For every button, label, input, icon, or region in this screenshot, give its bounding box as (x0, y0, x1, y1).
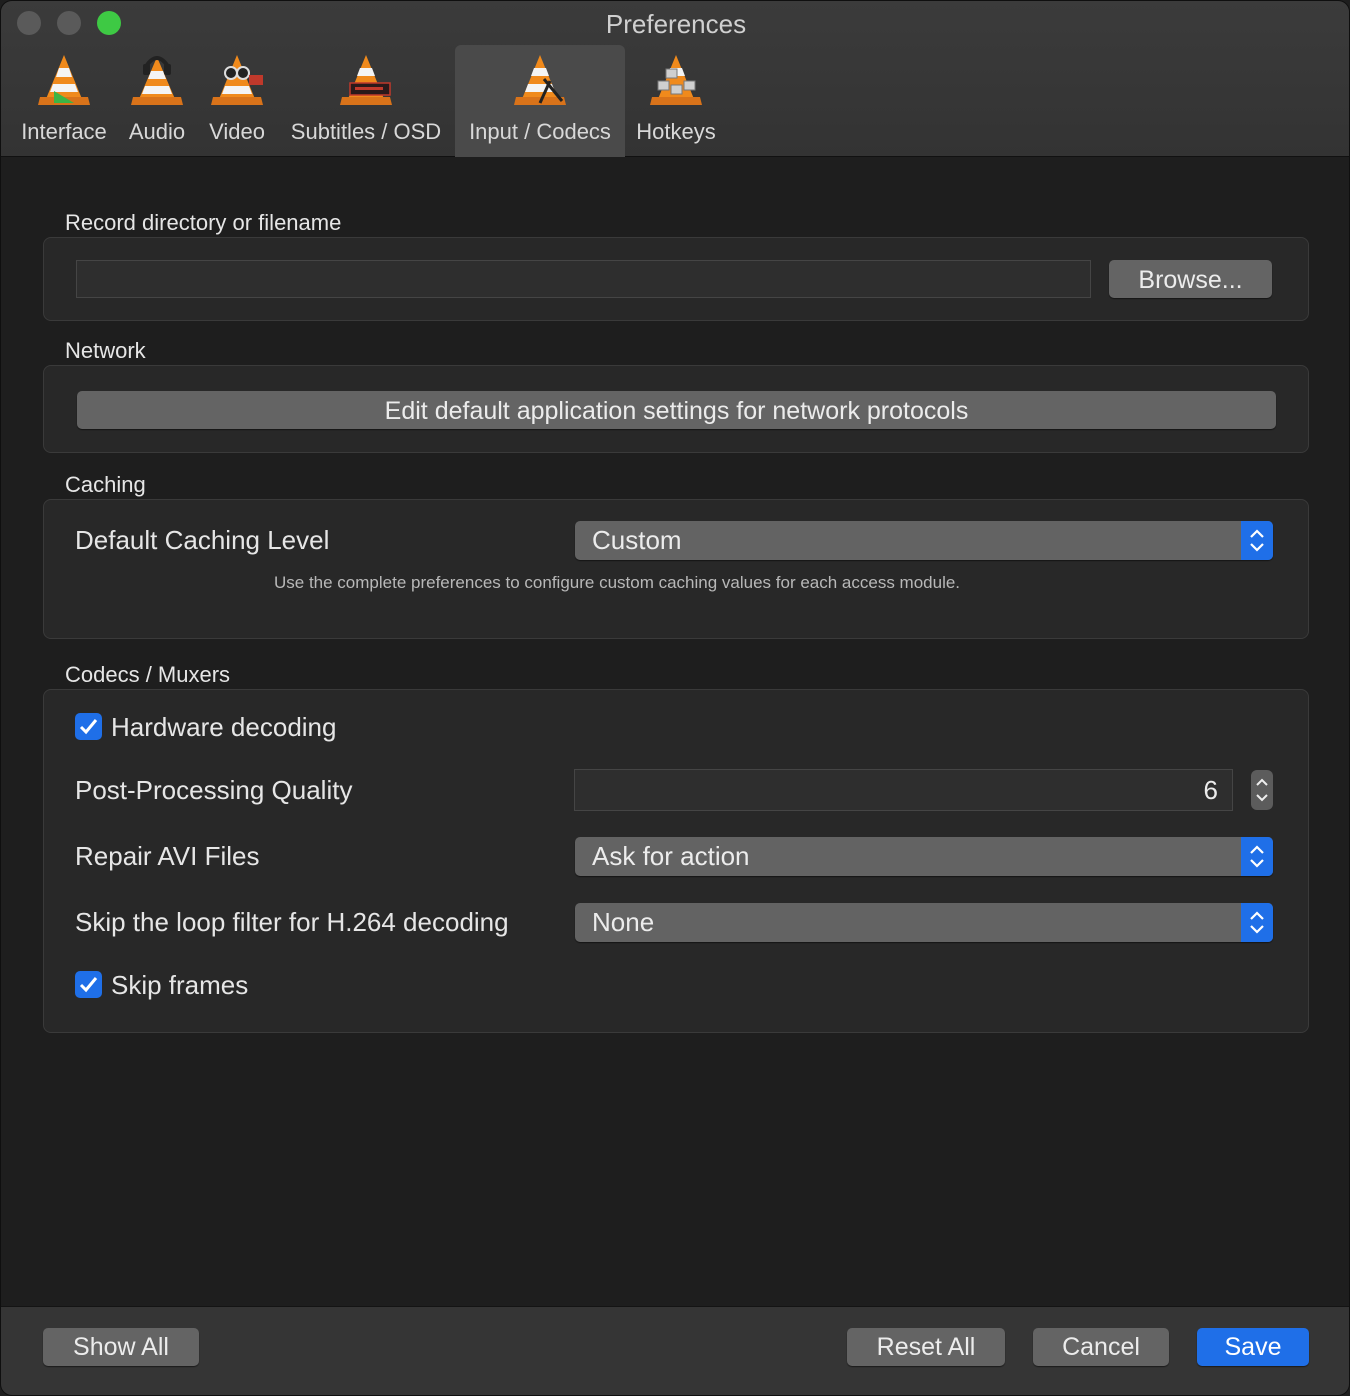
reset-all-button[interactable]: Reset All (847, 1328, 1005, 1366)
record-section-title: Record directory or filename (65, 210, 342, 235)
vlc-cone-hotkeys-icon (650, 55, 702, 105)
vlc-cone-subtitles-icon (340, 55, 392, 105)
browse-button[interactable]: Browse... (1109, 260, 1272, 298)
edit-network-settings-button[interactable]: Edit default application settings for ne… (77, 391, 1276, 429)
checkmark-icon (79, 977, 98, 993)
post-processing-label: Post-Processing Quality (75, 775, 353, 805)
repair-avi-value: Ask for action (592, 841, 750, 871)
skip-frames-label: Skip frames (111, 970, 249, 1000)
skip-loop-filter-select[interactable]: None (575, 903, 1273, 942)
caching-hint: Use the complete preferences to configur… (274, 573, 961, 592)
post-processing-stepper[interactable] (1251, 770, 1273, 810)
network-group: Edit default application settings for ne… (43, 365, 1309, 453)
preferences-window: Preferences Interface Audio Video Subtit… (0, 0, 1350, 1396)
tab-video[interactable]: Video (197, 45, 277, 157)
tab-input-codecs-label: Input / Codecs (469, 119, 611, 144)
tab-input-codecs[interactable]: Input / Codecs (455, 45, 625, 157)
hardware-decoding-label: Hardware decoding (111, 712, 337, 742)
repair-avi-select[interactable]: Ask for action (575, 837, 1273, 876)
skip-loop-filter-value: None (592, 907, 655, 937)
show-all-button[interactable]: Show All (43, 1328, 199, 1366)
tab-hotkeys[interactable]: Hotkeys (627, 45, 725, 157)
tab-subtitles-osd-label: Subtitles / OSD (290, 119, 442, 144)
caching-level-value: Custom (592, 525, 682, 555)
vlc-cone-input-icon (514, 55, 566, 105)
tab-interface[interactable]: Interface (9, 45, 119, 157)
post-processing-field[interactable]: 6 (574, 769, 1233, 811)
caching-level-select[interactable]: Custom (575, 521, 1273, 560)
window-title: Preferences (605, 9, 747, 39)
vlc-cone-video-icon (211, 55, 263, 105)
repair-avi-label: Repair AVI Files (75, 841, 260, 871)
skip-loop-filter-label: Skip the loop filter for H.264 decoding (75, 907, 509, 937)
footer-bar: Show All Reset All Cancel Save (1, 1306, 1349, 1395)
vlc-cone-audio-icon (131, 56, 183, 105)
save-button[interactable]: Save (1197, 1328, 1309, 1366)
network-section-title: Network (65, 338, 146, 363)
tab-audio-label: Audio (128, 119, 186, 144)
popup-arrows-icon (1241, 837, 1273, 876)
record-path-field[interactable] (76, 260, 1091, 298)
caching-group: Default Caching Level Custom Use the com… (43, 499, 1309, 639)
codecs-group: Hardware decoding Post-Processing Qualit… (43, 689, 1309, 1033)
stepper-arrows-icon (1256, 778, 1268, 802)
toolbar: Preferences Interface Audio Video Subtit… (1, 1, 1349, 157)
tab-audio[interactable]: Audio (119, 45, 195, 157)
input-codecs-panel: Record directory or filename Browse... N… (1, 158, 1349, 1306)
caching-section-title: Caching (65, 472, 146, 497)
checkmark-icon (79, 719, 98, 735)
popup-arrows-icon (1241, 903, 1273, 942)
cancel-button[interactable]: Cancel (1033, 1328, 1169, 1366)
tab-hotkeys-label: Hotkeys (636, 119, 716, 144)
tab-subtitles-osd[interactable]: Subtitles / OSD (279, 45, 453, 157)
caching-level-label: Default Caching Level (75, 525, 330, 555)
vlc-cone-interface-icon (38, 55, 90, 105)
tab-interface-label: Interface (21, 119, 107, 144)
skip-frames-checkbox[interactable] (75, 971, 102, 998)
record-group: Browse... (43, 237, 1309, 321)
codecs-section-title: Codecs / Muxers (65, 662, 231, 687)
popup-arrows-icon (1241, 521, 1273, 560)
hardware-decoding-checkbox[interactable] (75, 713, 102, 740)
tab-video-label: Video (209, 119, 265, 144)
